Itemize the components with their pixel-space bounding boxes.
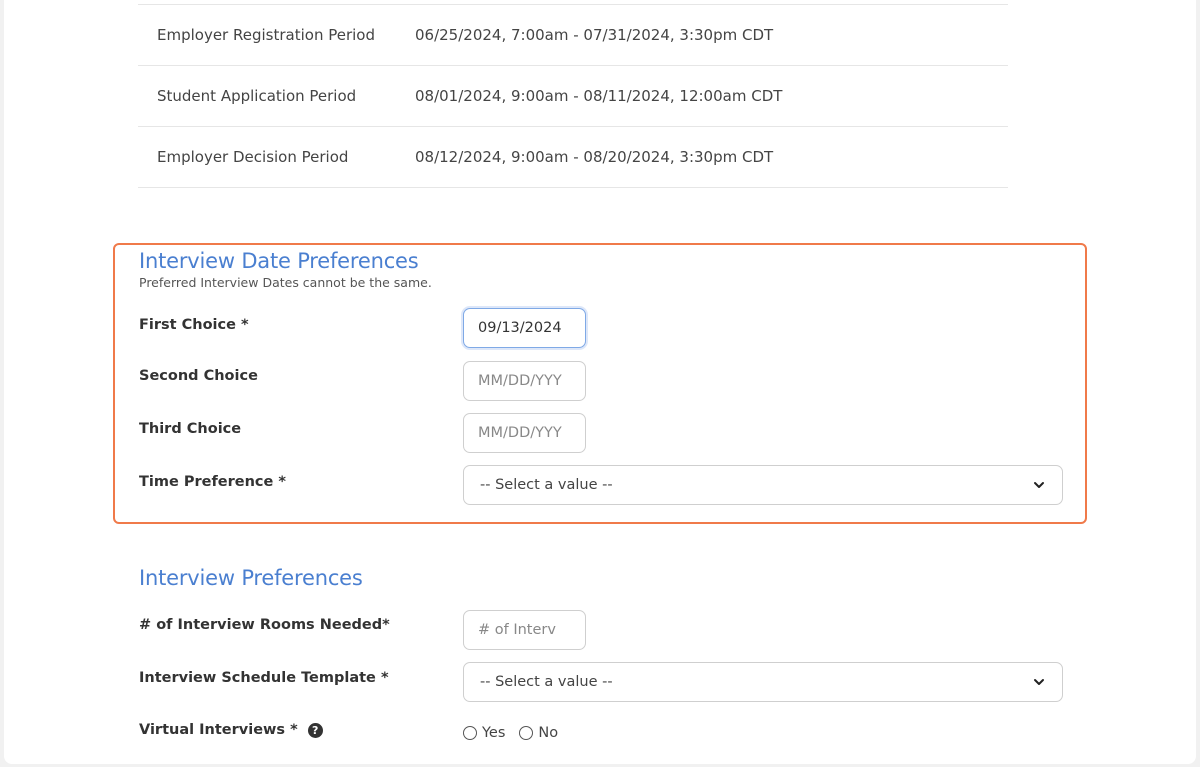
third-choice-date-input[interactable]: [463, 413, 586, 453]
period-label: Employer Decision Period: [157, 148, 349, 166]
question-circle-icon[interactable]: ?: [307, 722, 323, 738]
table-row: Employer Decision Period 08/12/2024, 9:0…: [138, 127, 1008, 188]
time-preference-label: Time Preference *: [139, 474, 286, 490]
third-choice-label: Third Choice: [139, 421, 242, 437]
virtual-no-radio[interactable]: [519, 726, 534, 740]
rooms-needed-input[interactable]: [463, 610, 586, 650]
virtual-no-label: No: [538, 725, 559, 741]
rooms-needed-label: # of Interview Rooms Needed*: [139, 617, 390, 633]
date-preferences-title: Interview Date Preferences: [139, 249, 419, 273]
virtual-interviews-label: Virtual Interviews *: [139, 722, 298, 738]
interview-preferences-title: Interview Preferences: [139, 566, 363, 590]
period-value: 08/01/2024, 9:00am - 08/11/2024, 12:00am…: [415, 87, 783, 105]
first-choice-date-input[interactable]: [463, 308, 586, 348]
period-label: Employer Registration Period: [157, 26, 375, 44]
table-row: Student Application Period 08/01/2024, 9…: [138, 66, 1008, 127]
chevron-down-icon: [1034, 482, 1044, 488]
schedule-template-value: -- Select a value --: [480, 674, 613, 690]
first-choice-label: First Choice *: [139, 317, 249, 333]
time-preference-value: -- Select a value --: [480, 477, 613, 493]
time-preference-select[interactable]: -- Select a value --: [463, 465, 1063, 505]
period-value: 06/25/2024, 7:00am - 07/31/2024, 3:30pm …: [415, 26, 774, 44]
virtual-interviews-radio-group: Yes No: [463, 725, 572, 741]
date-preferences-subtitle: Preferred Interview Dates cannot be the …: [139, 275, 432, 290]
chevron-down-icon: [1034, 679, 1044, 685]
period-label: Student Application Period: [157, 87, 357, 105]
virtual-no-option[interactable]: No: [519, 725, 558, 741]
virtual-yes-label: Yes: [482, 725, 506, 741]
table-row: Employer Registration Period 06/25/2024,…: [138, 4, 1008, 66]
registration-periods-table: Employer Registration Period 06/25/2024,…: [138, 4, 1008, 188]
virtual-interviews-label-row: Virtual Interviews * ?: [139, 722, 323, 738]
second-choice-label: Second Choice: [139, 368, 258, 384]
virtual-yes-radio[interactable]: [463, 726, 477, 740]
period-value: 08/12/2024, 9:00am - 08/20/2024, 3:30pm …: [415, 148, 774, 166]
second-choice-date-input[interactable]: [463, 361, 586, 401]
virtual-yes-option[interactable]: Yes: [463, 725, 505, 741]
schedule-template-select[interactable]: -- Select a value --: [463, 662, 1063, 702]
schedule-template-label: Interview Schedule Template *: [139, 670, 389, 686]
